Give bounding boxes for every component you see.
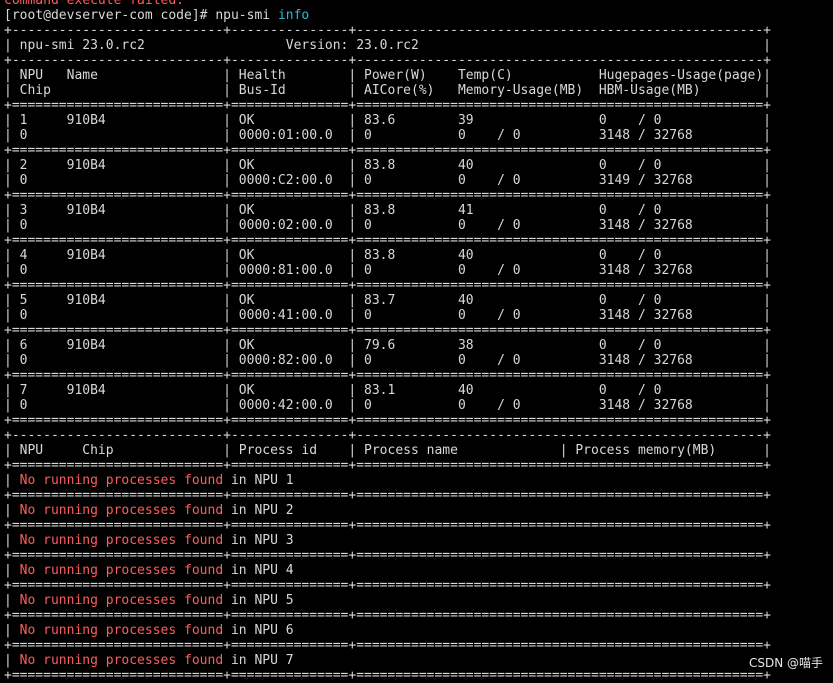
- npu-ref: in NPU 4: [223, 563, 294, 578]
- process-table-header: | NPU Chip | Process id | Process name |…: [4, 443, 772, 458]
- process-row-2: | No running processes found in NPU 2: [4, 503, 294, 518]
- process-table-border: +===========================+===========…: [4, 548, 772, 563]
- table-header-2: | Chip | Bus-Id | AICore(%) Memory-Usage…: [4, 83, 772, 98]
- npu-row-5-line1: | 5 910B4 | OK | 83.7 40 0 / 0 |: [4, 293, 772, 308]
- no-process-message: No running processes found: [19, 593, 224, 608]
- npu-row-3-line1: | 3 910B4 | OK | 83.8 41 0 / 0 |: [4, 203, 772, 218]
- prompt-line: [root@devserver-com code]# npu-smi info: [4, 8, 771, 23]
- version-line: | npu-smi 23.0.rc2 Version: 23.0.rc2 |: [4, 38, 772, 53]
- table-border: +===========================+===========…: [4, 233, 772, 248]
- process-row-7: | No running processes found in NPU 7: [4, 653, 294, 668]
- process-row-4: | No running processes found in NPU 4: [4, 563, 294, 578]
- npu-ref: in NPU 5: [223, 593, 294, 608]
- npu-row-2-line2: | 0 | 0000:C2:00.0 | 0 0 / 0 3149 / 3276…: [4, 173, 772, 188]
- npu-ref: in NPU 3: [223, 533, 294, 548]
- npu-row-4-line1: | 4 910B4 | OK | 83.8 40 0 / 0 |: [4, 248, 772, 263]
- table-border: +---------------------------+-----------…: [4, 23, 772, 38]
- no-process-message: No running processes found: [19, 533, 224, 548]
- table-border: +===========================+===========…: [4, 323, 772, 338]
- npu-row-3-line2: | 0 | 0000:02:00.0 | 0 0 / 0 3148 / 3276…: [4, 218, 772, 233]
- no-process-message: No running processes found: [19, 563, 224, 578]
- npu-row-5-line2: | 0 | 0000:41:00.0 | 0 0 / 0 3148 / 3276…: [4, 308, 772, 323]
- process-table-border: +===========================+===========…: [4, 488, 772, 503]
- command-argument: info: [277, 8, 310, 23]
- process-row-3: | No running processes found in NPU 3: [4, 533, 294, 548]
- process-table-border: +===========================+===========…: [4, 458, 772, 473]
- no-process-message: No running processes found: [19, 473, 224, 488]
- npu-ref: in NPU 2: [223, 503, 294, 518]
- process-table-border: +===========================+===========…: [4, 608, 772, 623]
- process-table-border: +===========================+===========…: [4, 638, 772, 653]
- previous-output-line: command execute failed.: [4, 0, 185, 8]
- no-process-message: No running processes found: [19, 503, 224, 518]
- npu-row-6-line1: | 6 910B4 | OK | 79.6 38 0 / 0 |: [4, 338, 772, 353]
- process-row-6: | No running processes found in NPU 6: [4, 623, 294, 638]
- no-process-message: No running processes found: [19, 653, 224, 668]
- npu-row-1-line1: | 1 910B4 | OK | 83.6 39 0 / 0 |: [4, 113, 772, 128]
- npu-ref: in NPU 7: [223, 653, 294, 668]
- npu-row-2-line1: | 2 910B4 | OK | 83.8 40 0 / 0 |: [4, 158, 772, 173]
- table-border: +===========================+===========…: [4, 413, 772, 428]
- process-table-border: +===========================+===========…: [4, 518, 772, 533]
- table-border: +---------------------------+-----------…: [4, 53, 772, 68]
- process-row-5: | No running processes found in NPU 5: [4, 593, 294, 608]
- npu-row-4-line2: | 0 | 0000:81:00.0 | 0 0 / 0 3148 / 3276…: [4, 263, 772, 278]
- npu-ref: in NPU 6: [223, 623, 294, 638]
- npu-row-7-line2: | 0 | 0000:42:00.0 | 0 0 / 0 3148 / 3276…: [4, 398, 772, 413]
- table-border: +===========================+===========…: [4, 188, 772, 203]
- terminal-output: command execute failed. [root@devserver-…: [4, 0, 771, 683]
- table-header-1: | NPU Name | Health | Power(W) Temp(C) H…: [4, 68, 772, 83]
- npu-row-6-line2: | 0 | 0000:82:00.0 | 0 0 / 0 3148 / 3276…: [4, 353, 772, 368]
- npu-row-7-line1: | 7 910B4 | OK | 83.1 40 0 / 0 |: [4, 383, 772, 398]
- table-border: +===========================+===========…: [4, 143, 772, 158]
- npu-row-1-line2: | 0 | 0000:01:00.0 | 0 0 / 0 3148 / 3276…: [4, 128, 772, 143]
- command-text: npu-smi: [215, 8, 278, 23]
- csdn-watermark: CSDN @喵手: [748, 656, 823, 670]
- table-border: +===========================+===========…: [4, 278, 772, 293]
- table-border: +===========================+===========…: [4, 98, 772, 113]
- process-table-border: +===========================+===========…: [4, 578, 772, 593]
- process-row-1: | No running processes found in NPU 1: [4, 473, 294, 488]
- no-process-message: No running processes found: [19, 623, 224, 638]
- npu-ref: in NPU 1: [223, 473, 294, 488]
- table-border: +===========================+===========…: [4, 368, 772, 383]
- process-table-border: +---------------------------+-----------…: [4, 428, 772, 443]
- shell-prompt: [root@devserver-com code]#: [4, 8, 216, 23]
